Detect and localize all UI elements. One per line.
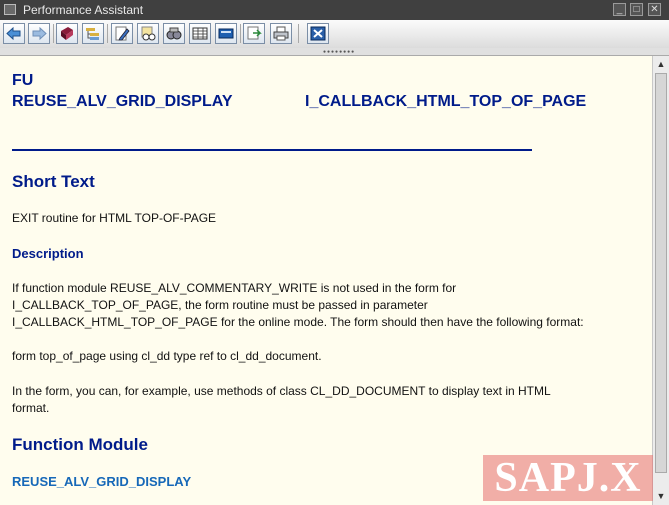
description-line: If function module REUSE_ALV_COMMENTARY_… [12, 281, 457, 295]
parameter-name: I_CALLBACK_HTML_TOP_OF_PAGE [305, 93, 587, 110]
function-module-heading: Function Module [12, 435, 148, 454]
short-text-heading: Short Text [12, 172, 95, 191]
table-button[interactable] [189, 23, 211, 44]
object-type: FU [12, 72, 34, 89]
document-pane: FU REUSE_ALV_GRID_DISPLAY I_CALLBACK_HTM… [0, 56, 652, 505]
scroll-thumb[interactable] [655, 73, 667, 473]
watermark-logo: SAPJ.X [483, 455, 653, 501]
close-button[interactable] [307, 23, 329, 44]
example-line: format. [12, 401, 50, 415]
close-icon [310, 26, 326, 41]
export-button[interactable] [243, 23, 265, 44]
description-line: I_CALLBACK_TOP_OF_PAGE, the form routine… [12, 298, 428, 312]
toolbar-separator [240, 24, 241, 43]
short-text: EXIT routine for HTML TOP-OF-PAGE [12, 211, 217, 225]
toolbar-separator [53, 24, 54, 43]
print-button[interactable] [270, 23, 292, 44]
toolbar-separator [107, 24, 108, 43]
heading-divider [12, 149, 532, 151]
scroll-down-icon[interactable]: ▼ [653, 488, 669, 504]
minimize-icon[interactable]: _ [613, 3, 626, 16]
display-button[interactable] [137, 23, 159, 44]
grip-dots-icon: ●●●●●●●● [323, 49, 356, 55]
maximize-icon[interactable]: □ [630, 3, 643, 16]
function-module-link[interactable]: REUSE_ALV_GRID_DISPLAY [12, 474, 191, 489]
back-button[interactable] [3, 23, 25, 44]
grid-icon [192, 27, 208, 40]
example-line: In the form, you can, for example, use m… [12, 384, 551, 398]
bookmark-button[interactable] [56, 23, 78, 44]
edit-button[interactable] [111, 23, 133, 44]
function-name: REUSE_ALV_GRID_DISPLAY [12, 93, 233, 110]
pencil-icon [115, 26, 130, 41]
format-line: form top_of_page using cl_dd type ref to… [12, 349, 322, 363]
toolbar [0, 20, 669, 49]
printer-icon [273, 26, 289, 41]
vertical-scrollbar[interactable]: ▲ ▼ [652, 56, 669, 505]
title-bar: Performance Assistant _ □ ✕ [0, 0, 669, 20]
description-line: I_CALLBACK_HTML_TOP_OF_PAGE for the onli… [12, 315, 584, 329]
folder-icon [218, 28, 234, 39]
glasses-icon [141, 26, 156, 41]
close-window-icon[interactable]: ✕ [648, 3, 661, 16]
window-title: Performance Assistant [23, 3, 144, 17]
arrow-left-icon [6, 26, 21, 41]
settings-button[interactable] [215, 23, 237, 44]
resize-grip[interactable]: ●●●●●●●● [0, 48, 669, 56]
book-icon [61, 27, 73, 40]
description-heading: Description [12, 246, 84, 261]
binoculars-icon [166, 27, 182, 40]
export-icon [247, 26, 262, 40]
structure-button[interactable] [82, 23, 104, 44]
search-button[interactable] [163, 23, 185, 44]
forward-button[interactable] [28, 23, 50, 44]
arrow-right-icon [32, 26, 47, 41]
tree-icon [86, 28, 99, 40]
toolbar-separator [298, 24, 299, 43]
window-app-icon[interactable] [4, 4, 16, 15]
scroll-up-icon[interactable]: ▲ [653, 56, 669, 72]
